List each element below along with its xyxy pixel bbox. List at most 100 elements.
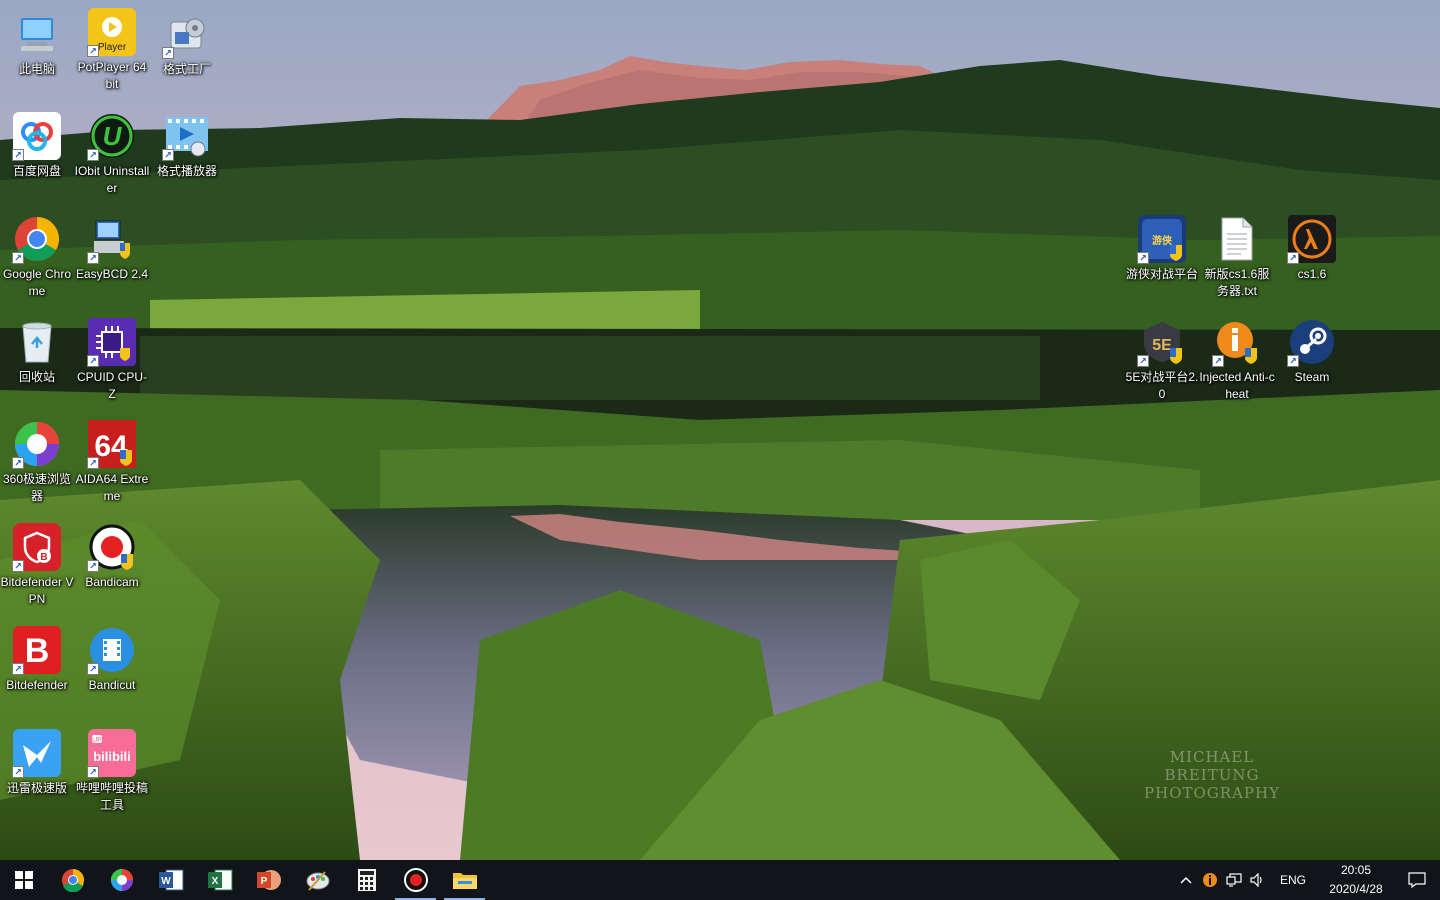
desktop-icon-bitdefender-vpn[interactable]: B ↗ Bitdefender VPN: [0, 523, 75, 608]
chevron-up-icon: [1180, 876, 1192, 884]
desktop-icon-label: Bitdefender: [6, 678, 68, 692]
desktop-icon-cpuz[interactable]: ↗ CPUID CPU-Z: [74, 318, 150, 403]
svg-text:5E: 5E: [1152, 337, 1172, 354]
notification-icon: [1408, 872, 1426, 888]
desktop-icon-label: 百度网盘: [12, 164, 61, 178]
svg-text:B: B: [40, 552, 47, 563]
taskbar-file-explorer[interactable]: [440, 860, 489, 900]
steam-icon: ↗: [1287, 318, 1336, 367]
system-tray: ENG 20:05 2020/4/28: [1174, 860, 1440, 900]
360-browser-icon: [110, 869, 133, 891]
desktop-icon-google-chrome[interactable]: ↗ Google Chrome: [0, 215, 75, 300]
svg-text:UP: UP: [92, 737, 102, 744]
aida64-icon: 64 ↗: [87, 420, 136, 469]
svg-text:P: P: [260, 876, 267, 887]
svg-text:B: B: [25, 632, 50, 670]
half-life-icon: ↗: [1287, 215, 1336, 264]
360-browser-icon: ↗: [12, 420, 61, 469]
desktop-icon-label: 360极速浏览器: [2, 472, 72, 503]
desktop-icon-bilibili-upload[interactable]: UP bilibili ↗ 哔哩哔哩投稿工具: [74, 729, 150, 814]
desktop-icon-360-browser[interactable]: ↗ 360极速浏览器: [0, 420, 75, 505]
desktop-icon-youxia[interactable]: 游侠 ↗ 游侠对战平台: [1124, 215, 1200, 283]
watermark-line2: PHOTOGRAPHY: [1144, 784, 1280, 802]
file-explorer-icon: [452, 873, 477, 889]
desktop-icon-cs-server-txt[interactable]: 新版cs1.6服务器.txt: [1199, 215, 1275, 300]
taskbar-chrome[interactable]: [48, 860, 97, 900]
clock-time: 20:05: [1340, 863, 1372, 877]
taskbar-powerpoint[interactable]: P: [244, 860, 293, 900]
taskbar-calculator[interactable]: [342, 860, 391, 900]
bandicam-record-icon: [403, 868, 428, 892]
desktop-icon-label: Google Chrome: [2, 267, 72, 298]
computer-icon: [13, 10, 61, 58]
desktop-icon-label: PotPlayer 64 bit: [77, 60, 147, 91]
taskbar-clock[interactable]: 20:05 2020/4/28: [1318, 861, 1394, 899]
desktop-icon-potplayer[interactable]: Player ↗ PotPlayer 64 bit: [74, 8, 150, 93]
svg-text:游侠: 游侠: [1152, 234, 1173, 247]
svg-text:X: X: [211, 876, 218, 887]
text-file-icon: [1213, 215, 1261, 263]
format-player-icon: ↗: [162, 112, 211, 161]
desktop-icon-label: Injected Anti-cheat: [1199, 370, 1275, 401]
taskbar-bandicam[interactable]: [391, 860, 440, 900]
injected-icon: [1202, 873, 1217, 887]
desktop-icon-xunlei[interactable]: ↗ 迅雷极速版: [0, 729, 75, 797]
desktop-icon-cs16[interactable]: ↗ cs1.6: [1274, 215, 1350, 283]
desktop-icon-label: AIDA64 Extreme: [75, 472, 149, 503]
clock-date: 2020/4/28: [1329, 882, 1383, 896]
desktop-icon-iobit-uninstaller[interactable]: U ↗ IObit Uninstaller: [74, 112, 150, 197]
show-hidden-icons-button[interactable]: [1174, 860, 1198, 900]
calculator-icon: [357, 869, 376, 891]
format-factory-icon: ↗: [162, 10, 211, 59]
cpuz-icon: ↗: [87, 318, 136, 367]
taskbar-excel[interactable]: X: [195, 860, 244, 900]
potplayer-icon: Player ↗: [87, 8, 136, 57]
taskbar-word[interactable]: W: [146, 860, 195, 900]
windows-start-icon: [15, 871, 33, 889]
5e-icon: 5E ↗: [1137, 318, 1186, 367]
desktop-icon-label: 新版cs1.6服务器.txt: [1204, 267, 1270, 298]
desktop-icon-label: Bitdefender VPN: [0, 575, 74, 606]
desktop-icon-label: Steam: [1294, 370, 1330, 384]
desktop-icon-bandicam[interactable]: ↗ Bandicam: [74, 523, 150, 591]
desktop-icon-steam[interactable]: ↗ Steam: [1274, 318, 1350, 386]
desktop-icon-label: 格式播放器: [156, 164, 217, 178]
desktop-icon-baidu-netdisk[interactable]: ↗ 百度网盘: [0, 112, 75, 180]
svg-text:Player: Player: [98, 42, 127, 53]
action-center-button[interactable]: [1394, 860, 1440, 900]
tray-injected-anticheat[interactable]: [1198, 860, 1222, 900]
taskbar-paint[interactable]: [293, 860, 342, 900]
powerpoint-icon: P: [256, 870, 281, 890]
bitdefender-vpn-icon: B ↗: [12, 523, 61, 572]
desktop-icon-format-player[interactable]: ↗ 格式播放器: [149, 112, 225, 180]
desktop-icon-recycle-bin[interactable]: 回收站: [0, 318, 75, 386]
taskbar-360-browser[interactable]: [97, 860, 146, 900]
desktop-icon-bitdefender[interactable]: B ↗ Bitdefender: [0, 626, 75, 694]
desktop-icon-easybcd[interactable]: ↗ EasyBCD 2.4: [74, 215, 150, 283]
desktop-icon-label: EasyBCD 2.4: [75, 267, 149, 281]
bilibili-icon: UP bilibili ↗: [87, 729, 136, 778]
desktop-icon-label: 哔哩哔哩投稿工具: [75, 781, 148, 812]
desktop-icon-label: 此电脑: [18, 62, 55, 76]
start-button[interactable]: [0, 860, 48, 900]
desktop-icon-format-factory[interactable]: ↗ 格式工厂: [149, 10, 225, 78]
word-icon: W: [158, 869, 183, 891]
excel-icon: X: [207, 869, 232, 891]
desktop-icon-label: 游侠对战平台: [1125, 267, 1198, 281]
paint-icon: [306, 871, 329, 891]
chrome-icon: ↗: [12, 215, 61, 264]
easybcd-icon: ↗: [87, 215, 136, 264]
desktop-icon-label: 迅雷极速版: [6, 781, 67, 795]
desktop-icon-this-pc[interactable]: 此电脑: [0, 10, 75, 78]
desktop-icon-injected-anticheat[interactable]: ↗ Injected Anti-cheat: [1199, 318, 1275, 403]
baidu-netdisk-icon: ↗: [12, 112, 61, 161]
tray-volume[interactable]: [1246, 860, 1270, 900]
svg-text:bilibili: bilibili: [93, 749, 131, 764]
desktop-icon-label: Bandicam: [85, 575, 139, 589]
desktop-icon-5e-platform[interactable]: 5E ↗ 5E对战平台2.0: [1124, 318, 1200, 403]
tray-network[interactable]: [1222, 860, 1246, 900]
desktop-icon-aida64[interactable]: 64 ↗ AIDA64 Extreme: [74, 420, 150, 505]
injected-icon: ↗: [1212, 318, 1261, 367]
desktop-icon-bandicut[interactable]: ↗ Bandicut: [74, 626, 150, 694]
input-language-indicator[interactable]: ENG: [1270, 873, 1318, 887]
